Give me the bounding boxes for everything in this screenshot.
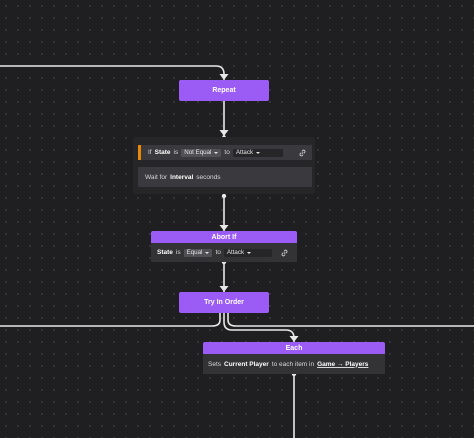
if-operator-dropdown[interactable]: Not Equal [181, 148, 222, 157]
each-label: Each [285, 344, 303, 352]
try-in-order-label: Try In Order [204, 299, 244, 306]
wait-variable: Interval [170, 173, 194, 181]
abort-if-condition-row[interactable]: State is Equal to Attack [151, 243, 297, 262]
each-sets-keyword: Sets [208, 360, 222, 368]
abort-is-keyword: is [175, 249, 181, 256]
if-wait-card[interactable]: If State is Not Equal to Attack Wait for… [133, 137, 315, 194]
abort-if-header[interactable]: Abort If [151, 231, 297, 243]
each-variable: Current Player [224, 360, 269, 368]
if-variable: State [154, 149, 171, 156]
repeat-label: Repeat [212, 87, 236, 94]
connector-dot-if-bottom [221, 193, 227, 199]
arrowhead-if [219, 130, 229, 136]
abort-operator-dropdown[interactable]: Equal [183, 248, 213, 257]
chevron-down-icon [256, 151, 261, 154]
abort-if-label: Abort If [211, 233, 237, 241]
chevron-down-icon [205, 251, 210, 254]
if-condition-row[interactable]: If State is Not Equal to Attack [138, 145, 312, 160]
wire-try-to-left [0, 312, 221, 327]
if-value-text: Attack [235, 149, 254, 156]
each-assignment-row[interactable]: Sets Current Player to each item in Game… [203, 354, 385, 374]
wire-entry-to-repeat [0, 65, 225, 81]
if-keyword: If [148, 149, 152, 156]
if-operator-value: Not Equal [184, 149, 212, 156]
to-keyword: to [224, 149, 230, 156]
abort-value-field[interactable]: Attack [223, 248, 272, 257]
wait-prefix: Wait for [145, 173, 168, 181]
wire-try-to-each [223, 312, 295, 343]
abort-to-keyword: to [215, 249, 221, 256]
abort-value-text: Attack [226, 249, 245, 256]
abort-operator-value: Equal [186, 249, 203, 256]
repeat-node[interactable]: Repeat [179, 80, 269, 101]
each-header[interactable]: Each [203, 342, 385, 354]
wait-row[interactable]: Wait for Interval seconds [138, 167, 312, 187]
each-collection-link[interactable]: Game → Players [317, 361, 368, 368]
chevron-down-icon [214, 151, 219, 154]
try-in-order-node[interactable]: Try In Order [179, 292, 269, 313]
condition-accent-bar [138, 145, 141, 160]
link-icon[interactable] [280, 249, 289, 257]
is-keyword: is [173, 149, 179, 156]
wire-try-to-right [227, 312, 474, 327]
abort-variable: State [157, 249, 173, 256]
chevron-down-icon [247, 251, 252, 254]
wait-suffix: seconds [196, 173, 221, 181]
link-icon[interactable] [298, 149, 307, 157]
behavior-tree-canvas[interactable]: Repeat If State is Not Equal to Attack W… [0, 0, 474, 438]
each-middle-text: to each item in [271, 360, 315, 368]
if-value-field[interactable]: Attack [232, 148, 283, 157]
